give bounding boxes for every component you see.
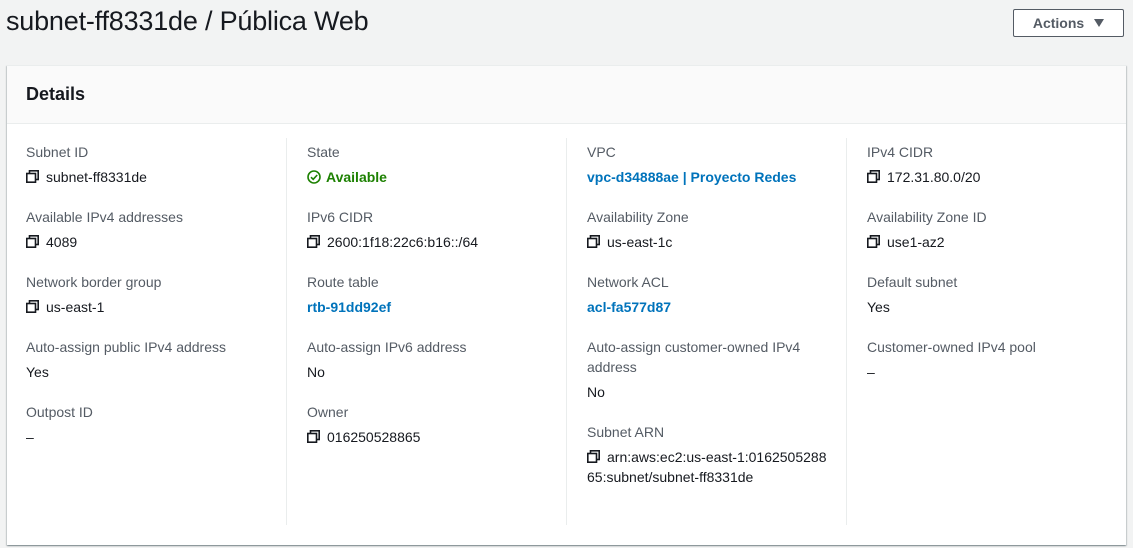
field-label: Network ACL <box>587 274 669 290</box>
field-value: 172.31.80.0/20 <box>887 169 981 185</box>
field-auto-assign-ipv6: Auto-assign IPv6 address No <box>307 337 552 382</box>
field-value: us-east-1 <box>46 299 105 315</box>
field-label: Subnet ARN <box>587 424 665 440</box>
field-label: Availability Zone ID <box>867 209 987 225</box>
field-label: IPv6 CIDR <box>307 209 374 225</box>
vpc-link[interactable]: vpc-d34888ae | Proyecto Redes <box>587 167 796 187</box>
field-label: Auto-assign customer-owned IPv4 address <box>587 339 801 375</box>
field-availability-zone: Availability Zone us-east-1c <box>587 207 832 252</box>
field-label: Default subnet <box>867 274 958 290</box>
field-ipv6-cidr: IPv6 CIDR 2600:1f18:22c6:b16::/64 <box>307 207 552 252</box>
field-subnet-arn: Subnet ARN arn:aws:ec2:us-east-1:0162505… <box>587 422 832 487</box>
field-label: IPv4 CIDR <box>867 144 934 160</box>
field-label: VPC <box>587 144 616 160</box>
field-label: Auto-assign public IPv4 address <box>26 339 226 355</box>
copy-icon[interactable] <box>587 450 600 463</box>
field-label: Availability Zone <box>587 209 689 225</box>
field-value: subnet-ff8331de <box>46 169 147 185</box>
status-badge: Available <box>326 169 387 185</box>
details-panel: Details Subnet ID subnet-ff8331de Availa… <box>7 65 1126 545</box>
field-value: – <box>867 364 875 380</box>
field-auto-assign-customer-ipv4: Auto-assign customer-owned IPv4 address … <box>587 337 817 402</box>
field-state: State Available <box>307 142 552 187</box>
network-acl-link[interactable]: acl-fa577d87 <box>587 297 671 317</box>
copy-icon[interactable] <box>307 235 320 248</box>
caret-down-icon <box>1094 19 1105 27</box>
field-label: Outpost ID <box>26 404 93 420</box>
field-availability-zone-id: Availability Zone ID use1-az2 <box>867 207 1112 252</box>
copy-icon[interactable] <box>26 170 39 183</box>
field-value: 016250528865 <box>327 429 421 445</box>
field-label: Subnet ID <box>26 144 89 160</box>
actions-label: Actions <box>1032 15 1085 31</box>
panel-header: Details <box>7 66 1126 124</box>
field-value: 2600:1f18:22c6:b16::/64 <box>327 234 479 250</box>
column-divider <box>286 138 287 525</box>
field-outpost-id: Outpost ID – <box>26 402 271 447</box>
field-route-table: Route table rtb-91dd92ef <box>307 272 552 317</box>
field-label: State <box>307 144 340 160</box>
copy-icon[interactable] <box>26 235 39 248</box>
panel-title: Details <box>26 84 86 104</box>
field-value: arn:aws:ec2:us-east-1:016250528865:subne… <box>587 449 827 485</box>
field-label: Available IPv4 addresses <box>26 209 183 225</box>
check-circle-icon <box>307 170 321 184</box>
field-network-border-group: Network border group us-east-1 <box>26 272 271 317</box>
actions-button[interactable]: Actions <box>1013 9 1124 37</box>
field-value: No <box>587 384 605 400</box>
copy-icon[interactable] <box>587 235 600 248</box>
field-label: Auto-assign IPv6 address <box>307 339 467 355</box>
route-table-link[interactable]: rtb-91dd92ef <box>307 297 391 317</box>
column-divider <box>566 138 567 525</box>
field-network-acl: Network ACL acl-fa577d87 <box>587 272 832 317</box>
field-label: Network border group <box>26 274 162 290</box>
field-label: Customer-owned IPv4 pool <box>867 339 1036 355</box>
field-value: No <box>307 364 325 380</box>
field-subnet-id: Subnet ID subnet-ff8331de <box>26 142 271 187</box>
field-auto-assign-public-ipv4: Auto-assign public IPv4 address Yes <box>26 337 271 382</box>
field-ipv4-cidr: IPv4 CIDR 172.31.80.0/20 <box>867 142 1112 187</box>
field-vpc: VPC vpc-d34888ae | Proyecto Redes <box>587 142 832 187</box>
copy-icon[interactable] <box>26 300 39 313</box>
field-value: – <box>26 429 34 445</box>
field-owner: Owner 016250528865 <box>307 402 552 447</box>
copy-icon[interactable] <box>867 170 880 183</box>
copy-icon[interactable] <box>867 235 880 248</box>
field-default-subnet: Default subnet Yes <box>867 272 1112 317</box>
page-title: subnet-ff8331de / Pública Web <box>6 6 369 36</box>
field-value: use1-az2 <box>887 234 945 250</box>
field-value: 4089 <box>46 234 78 250</box>
copy-icon[interactable] <box>307 430 320 443</box>
field-available-ipv4: Available IPv4 addresses 4089 <box>26 207 271 252</box>
field-customer-owned-ipv4-pool: Customer-owned IPv4 pool – <box>867 337 1112 382</box>
field-label: Route table <box>307 274 379 290</box>
column-divider <box>846 138 847 525</box>
field-label: Owner <box>307 404 349 420</box>
field-value: Yes <box>26 364 49 380</box>
field-value: us-east-1c <box>607 234 673 250</box>
details-grid: Subnet ID subnet-ff8331de Available IPv4… <box>7 124 1126 544</box>
field-value: Yes <box>867 299 890 315</box>
